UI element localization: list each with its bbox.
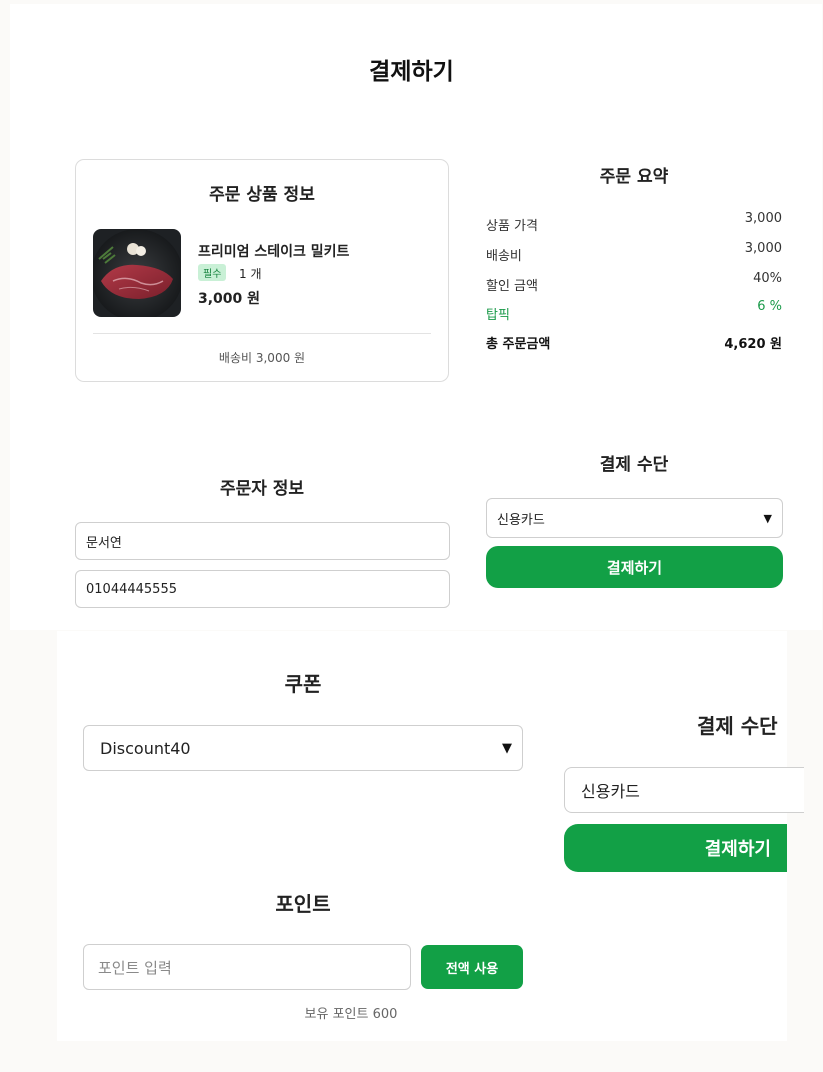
- summary-value: 3,000: [744, 241, 782, 256]
- coupon-selected: Discount40: [100, 738, 191, 758]
- points-input-placeholder: 포인트 입력: [98, 958, 172, 977]
- summary-label: 배송비: [486, 249, 522, 264]
- chevron-down-icon: ▼: [763, 511, 772, 525]
- payment-method-title: 결제 수단: [599, 455, 669, 475]
- required-badge: 필수: [198, 264, 227, 281]
- points-input[interactable]: 포인트 입력: [83, 944, 411, 990]
- product-image: [93, 229, 181, 317]
- payment-method-select-secondary[interactable]: 신용카드: [564, 767, 804, 813]
- summary-title: 주문 요약: [599, 167, 669, 187]
- shipping-note: 배송비 3,000 원: [218, 351, 306, 365]
- card-divider: [93, 333, 431, 334]
- points-balance: 보유 포인트 600: [304, 1007, 398, 1022]
- chevron-down-icon: ▼: [502, 740, 512, 756]
- order-card-title: 주문 상품 정보: [209, 185, 315, 205]
- order-product-card: 주문 상품 정보 프리미엄 스테이크 밀키트 필수 1 개 3,000 원 배송…: [75, 159, 449, 382]
- buyer-name-field[interactable]: 문서연: [75, 522, 450, 560]
- summary-label: 상품 가격: [486, 219, 538, 234]
- summary-value: 40%: [753, 271, 782, 286]
- product-quantity: 1 개: [239, 267, 262, 281]
- page-title: 결제하기: [369, 59, 454, 85]
- payment-method-title-secondary: 결제 수단: [697, 714, 778, 738]
- product-price: 3,000 원: [198, 291, 261, 307]
- summary-label: 탑픽: [486, 308, 510, 323]
- summary-value: 6 %: [757, 299, 782, 314]
- summary-label: 할인 금액: [486, 279, 538, 294]
- summary-label: 총 주문금액: [486, 337, 551, 352]
- buyer-info-title: 주문자 정보: [219, 479, 305, 499]
- payment-method-selected-secondary: 신용카드: [581, 782, 640, 801]
- points-title: 포인트: [275, 892, 331, 916]
- pay-button[interactable]: 결제하기: [486, 546, 783, 588]
- buyer-name-value: 문서연: [86, 535, 122, 551]
- pay-button-secondary[interactable]: 결제하기: [564, 824, 787, 872]
- summary-value: 3,000: [744, 211, 782, 226]
- coupon-title: 쿠폰: [284, 672, 322, 696]
- summary-value: 4,620 원: [724, 337, 782, 352]
- use-all-points-button[interactable]: 전액 사용: [421, 945, 523, 989]
- product-name: 프리미엄 스테이크 밀키트: [198, 244, 350, 260]
- coupon-select[interactable]: Discount40 ▼: [83, 725, 523, 771]
- payment-method-selected: 신용카드: [497, 512, 545, 528]
- buyer-phone-value: 01044445555: [86, 581, 177, 597]
- buyer-phone-field[interactable]: 01044445555: [75, 570, 450, 608]
- payment-method-select[interactable]: 신용카드 ▼: [486, 498, 783, 538]
